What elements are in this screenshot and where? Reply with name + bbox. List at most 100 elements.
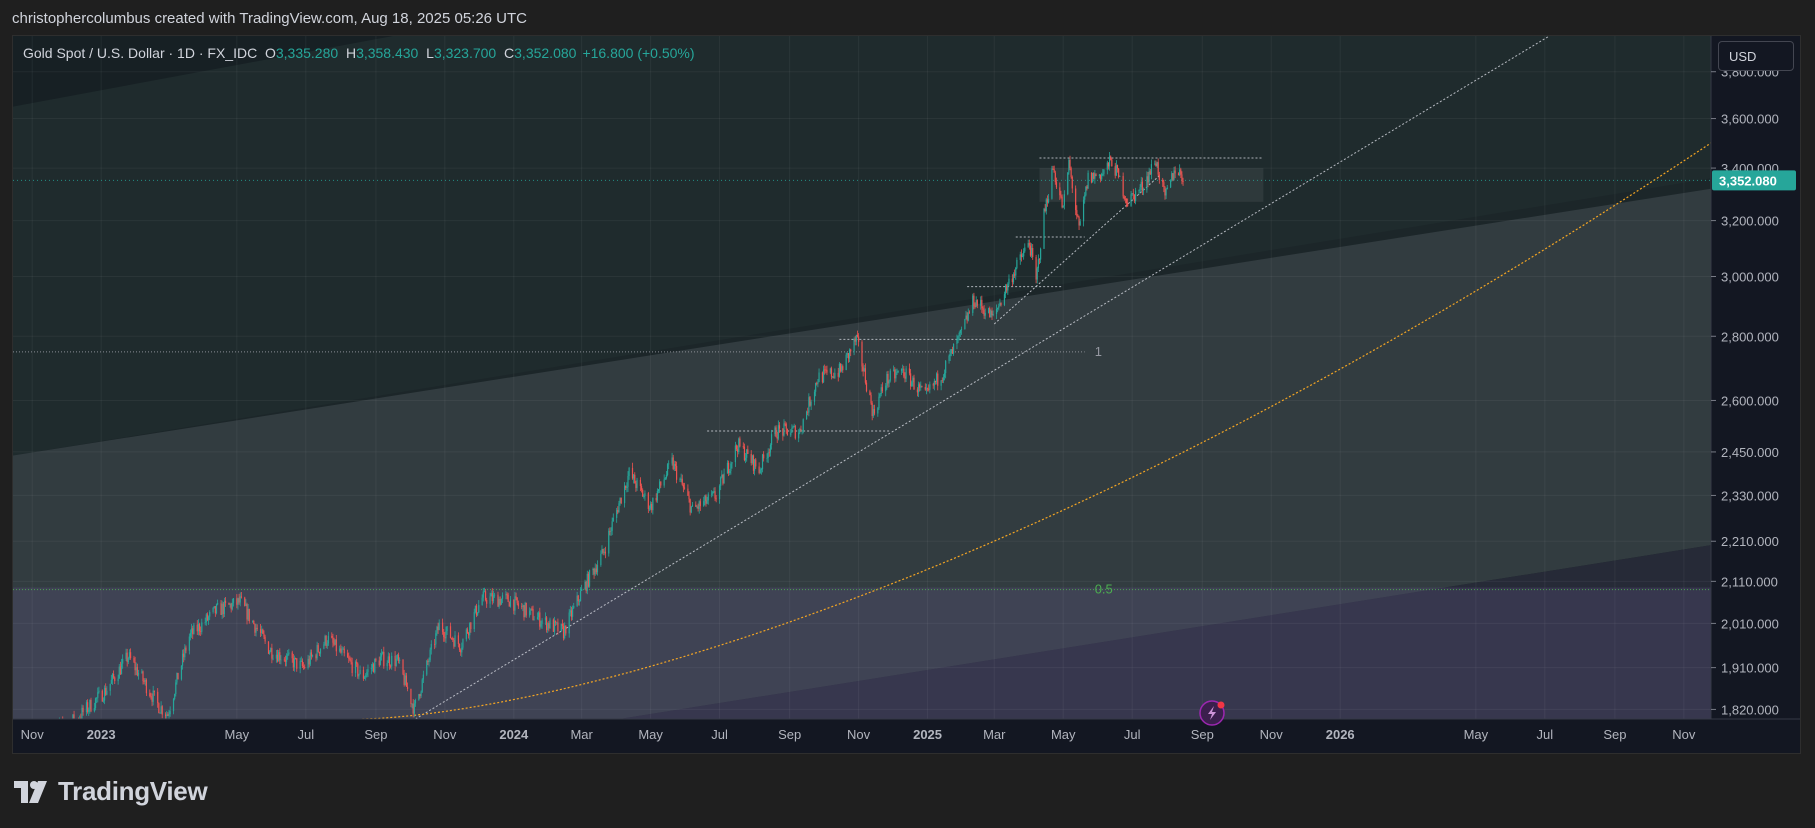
- close-value: 3,352.080: [514, 45, 577, 61]
- candle-body: [529, 610, 531, 616]
- candle-body: [912, 377, 914, 383]
- candle-body: [861, 341, 863, 367]
- candle-body: [1068, 159, 1070, 173]
- candle-body: [663, 479, 665, 486]
- candle-body: [157, 691, 159, 704]
- candle-body: [272, 658, 274, 660]
- time-axis[interactable]: Nov 2023 May Jul Sep Nov 2024 Mar May Jul Sep Nov 20…: [13, 718, 1800, 753]
- candle-body: [917, 384, 920, 393]
- time-tick-label: Sep: [364, 727, 387, 742]
- candle-body: [644, 493, 646, 497]
- candle-body: [482, 591, 484, 598]
- candle-body: [877, 408, 879, 414]
- candle-body: [1090, 172, 1093, 183]
- candle-body: [680, 478, 682, 480]
- time-tick-label: 2023: [87, 727, 116, 742]
- candle-body: [975, 300, 977, 307]
- candle-body: [220, 603, 222, 615]
- candle-body: [760, 469, 762, 471]
- candle-body: [916, 389, 918, 393]
- candle-body: [1171, 173, 1173, 181]
- candle-body: [817, 382, 819, 384]
- candle-body: [513, 599, 515, 611]
- candle-body: [152, 690, 154, 702]
- candle-body: [722, 474, 724, 484]
- candle-body: [879, 394, 881, 397]
- candle-body: [981, 299, 983, 309]
- price-chart[interactable]: 1 0.5 3,800.0003,600.0003,400.0003,200.00…: [13, 36, 1800, 753]
- candle-body: [302, 666, 305, 668]
- candle-body: [1027, 243, 1029, 248]
- currency-button[interactable]: USD: [1718, 41, 1794, 71]
- candle-body: [484, 591, 487, 600]
- candle-body: [872, 409, 874, 416]
- price-tick-label: 3,600.000: [1721, 112, 1779, 127]
- candle-body: [1115, 165, 1117, 176]
- candle-body: [253, 620, 255, 625]
- candle-body: [438, 622, 440, 631]
- candle-body: [144, 679, 146, 682]
- candle-body: [1146, 176, 1148, 190]
- candle-body: [113, 673, 115, 678]
- candle-body: [627, 476, 629, 487]
- candle-body: [672, 457, 674, 470]
- time-tick-label: 2025: [913, 727, 942, 742]
- candle-body: [232, 598, 235, 603]
- candle-body: [651, 503, 653, 511]
- candle-body: [660, 481, 662, 486]
- fib-level-label: 0.5: [1095, 582, 1113, 597]
- candle-body: [184, 647, 186, 658]
- chart-frame[interactable]: 1 0.5 3,800.000 3,600.000 3,400.000 3,200.00…: [12, 35, 1801, 754]
- candle-body: [854, 338, 856, 342]
- candle-body: [517, 603, 519, 607]
- candle-body: [556, 622, 558, 624]
- candle-body: [245, 604, 247, 606]
- candle-body: [775, 427, 777, 437]
- time-tick-label: 2026: [1326, 727, 1355, 742]
- price-axis[interactable]: 3,800.0003,600.0003,400.0003,200.0003,00…: [1710, 36, 1800, 753]
- candle-body: [505, 594, 507, 596]
- candle-body: [1122, 176, 1124, 197]
- candle-body: [106, 690, 108, 695]
- candle-body: [544, 617, 547, 621]
- candle-body: [539, 612, 541, 627]
- candle-body: [628, 467, 630, 477]
- candle-body: [125, 652, 127, 659]
- candle-body: [1095, 174, 1097, 176]
- candle-body: [555, 620, 557, 623]
- candle-body: [521, 606, 523, 608]
- candle-body: [715, 498, 717, 500]
- candle-body: [1154, 163, 1156, 165]
- candle-body: [530, 608, 532, 611]
- candle-body: [378, 660, 380, 666]
- last-price-tag-label: 3,352.080: [1719, 173, 1777, 188]
- candle-body: [278, 652, 280, 662]
- candle-body: [743, 446, 746, 461]
- candle-body: [631, 467, 634, 479]
- candle-body: [362, 669, 365, 679]
- candle-body: [690, 506, 692, 513]
- candle-body: [391, 655, 393, 667]
- candle-body: [469, 622, 471, 636]
- candle-body: [1061, 196, 1063, 208]
- candle-body: [470, 622, 472, 629]
- candle-body: [731, 462, 733, 464]
- symbol-label[interactable]: Gold Spot / U.S. Dollar · 1D · FX_IDC: [23, 45, 257, 61]
- candle-body: [454, 635, 456, 647]
- lightning-icon[interactable]: [1199, 700, 1225, 726]
- candle-body: [477, 612, 479, 616]
- candle-body: [451, 637, 453, 639]
- candle-body: [200, 631, 202, 633]
- candle-body: [474, 605, 476, 613]
- candle-body: [552, 619, 554, 632]
- candle-body: [1181, 174, 1183, 181]
- candle-body: [910, 373, 912, 387]
- candle-body: [437, 626, 439, 631]
- candle-body: [601, 549, 603, 554]
- candle-body: [1046, 199, 1049, 203]
- tradingview-logo[interactable]: TradingView: [14, 776, 208, 807]
- candle-body: [165, 714, 167, 717]
- candle-body: [904, 376, 906, 379]
- candle-body: [995, 309, 998, 314]
- candle-body: [263, 633, 265, 637]
